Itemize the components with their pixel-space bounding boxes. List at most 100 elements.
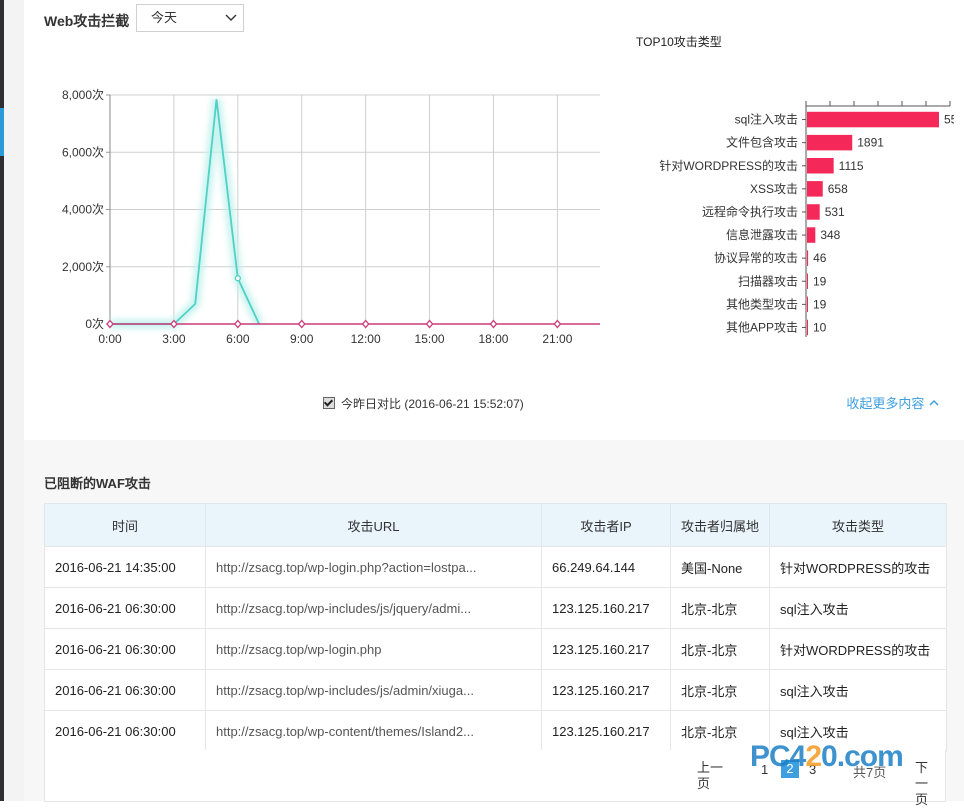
period-select[interactable]: 今天 <box>136 4 244 32</box>
cell-type: sql注入攻击 <box>769 669 947 711</box>
table-row[interactable]: 2016-06-21 06:30:00 http://zsacg.top/wp-… <box>44 669 947 711</box>
col-header-url[interactable]: 攻击URL <box>205 503 542 547</box>
bar <box>807 273 808 289</box>
bar <box>807 158 834 174</box>
y-tick-label: 8,000次 <box>62 88 104 102</box>
category-label: 远程命令执行攻击 <box>702 204 798 219</box>
category-label: 扫描器攻击 <box>738 274 798 288</box>
cell-time: 2016-06-21 06:30:00 <box>44 669 206 711</box>
cell-ip: 123.125.160.217 <box>541 710 671 752</box>
cell-type: 针对WORDPRESS的攻击 <box>769 546 947 588</box>
cell-type: 针对WORDPRESS的攻击 <box>769 628 947 670</box>
collapse-more-link[interactable]: 收起更多内容 <box>846 393 940 412</box>
waf-title: 已阻断的WAF攻击 <box>44 476 151 491</box>
bar-value-label: 531 <box>825 205 845 219</box>
cell-ip: 123.125.160.217 <box>541 628 671 670</box>
cell-type: sql注入攻击 <box>769 587 947 629</box>
cell-url[interactable]: http://zsacg.top/wp-login.php?action=los… <box>205 546 542 588</box>
cell-location: 北京-北京 <box>670 669 770 711</box>
cell-url[interactable]: http://zsacg.top/wp-includes/js/jquery/a… <box>205 587 542 629</box>
y-tick-label: 6,000次 <box>62 145 104 159</box>
bar-value-label: 46 <box>813 251 827 265</box>
x-tick-label: 6:00 <box>226 332 250 346</box>
data-point <box>489 319 498 329</box>
collapse-more-label: 收起更多内容 <box>846 396 925 411</box>
data-point <box>361 319 370 329</box>
y-tick-label: 4,000次 <box>62 203 104 217</box>
cell-url[interactable]: http://zsacg.top/wp-includes/js/admin/xi… <box>205 669 542 711</box>
data-point <box>425 319 434 329</box>
bar-value-label: 5518 <box>944 113 954 127</box>
bar-value-label: 658 <box>828 182 848 196</box>
col-header-ip[interactable]: 攻击者IP <box>541 503 671 547</box>
x-tick-label: 15:00 <box>415 332 445 346</box>
table-row[interactable]: 2016-06-21 06:30:00 http://zsacg.top/wp-… <box>44 587 947 629</box>
x-tick-label: 9:00 <box>290 332 314 346</box>
x-tick-label: 21:00 <box>542 332 572 346</box>
cell-ip: 66.249.64.144 <box>541 546 671 588</box>
col-header-time[interactable]: 时间 <box>44 503 206 547</box>
category-label: 其他类型攻击 <box>726 297 798 311</box>
bar <box>807 250 809 266</box>
category-label: 其他APP攻击 <box>726 320 798 334</box>
category-label: 协议异常的攻击 <box>714 250 798 265</box>
x-tick-label: 12:00 <box>351 332 381 346</box>
chevron-down-icon <box>225 14 237 21</box>
y-tick-label: 2,000次 <box>62 260 104 274</box>
bar <box>807 204 820 220</box>
pager-prev-button[interactable]: 上一页 <box>697 760 731 792</box>
col-header-type[interactable]: 攻击类型 <box>769 503 947 547</box>
bar-value-label: 10 <box>813 320 827 334</box>
x-tick-label: 18:00 <box>478 332 508 346</box>
top10-bar-chart: sql注入攻击 5518 文件包含攻击 1891 针对WORDPRESS的攻击 1115 X… <box>659 101 954 337</box>
bar-value-label: 348 <box>820 228 840 242</box>
col-header-location[interactable]: 攻击者归属地 <box>670 503 770 547</box>
category-label: XSS攻击 <box>750 182 798 196</box>
bar <box>807 319 808 336</box>
compare-checkbox[interactable] <box>323 397 335 409</box>
cell-time: 2016-06-21 14:35:00 <box>44 546 206 588</box>
table-row[interactable]: 2016-06-21 14:35:00 http://zsacg.top/wp-… <box>44 546 947 588</box>
category-label: 文件包含攻击 <box>726 135 798 150</box>
category-label: sql注入攻击 <box>735 112 798 127</box>
compare-label: 今昨日对比 (2016-06-21 15:52:07) <box>341 397 524 411</box>
cell-time: 2016-06-21 06:30:00 <box>44 710 206 752</box>
bar <box>807 181 823 197</box>
top10-title: TOP10攻击类型 <box>636 35 722 49</box>
data-point <box>553 319 562 329</box>
cell-location: 美国-None <box>670 546 770 588</box>
series-line-0 <box>110 99 260 325</box>
bar <box>807 227 816 243</box>
y-tick-label: 0次 <box>85 317 104 331</box>
series-glow <box>110 98 264 329</box>
cell-time: 2016-06-21 06:30:00 <box>44 587 206 629</box>
table-header-row: 时间 攻击URL 攻击者IP 攻击者归属地 攻击类型 <box>44 503 947 547</box>
bar-value-label: 1115 <box>839 159 864 173</box>
chevron-up-icon <box>929 399 939 406</box>
cell-time: 2016-06-21 06:30:00 <box>44 628 206 670</box>
web-attack-card: Web攻击拦截 今天 TOP10攻击类型 0次 2,000次 4,000次 6,000… <box>24 0 964 440</box>
bar <box>807 111 939 128</box>
table-row[interactable]: 2016-06-21 06:30:00 http://zsacg.top/wp-… <box>44 628 947 670</box>
cell-url[interactable]: http://zsacg.top/wp-login.php <box>205 628 542 670</box>
cell-url[interactable]: http://zsacg.top/wp-content/themes/Islan… <box>205 710 542 752</box>
period-select-value: 今天 <box>151 10 178 25</box>
cell-location: 北京-北京 <box>670 587 770 629</box>
cell-ip: 123.125.160.217 <box>541 587 671 629</box>
bar-value-label: 19 <box>813 274 827 288</box>
cell-location: 北京-北京 <box>670 628 770 670</box>
data-point <box>234 275 241 282</box>
bar-value-label: 1891 <box>857 136 884 150</box>
x-tick-label: 3:00 <box>162 332 186 346</box>
data-point <box>297 319 306 329</box>
attack-trend-line-chart: 0次 2,000次 4,000次 6,000次 8,000次 0:00 3:00 6:00 9:… <box>62 88 600 346</box>
bar <box>807 296 808 313</box>
category-label: 针对WORDPRESS的攻击 <box>659 158 798 173</box>
watermark-logo: PC420.com <box>750 740 904 773</box>
bar-value-label: 19 <box>813 297 827 311</box>
bar <box>807 134 853 151</box>
waf-table: 时间 攻击URL 攻击者IP 攻击者归属地 攻击类型 2016-06-21 14… <box>44 503 947 752</box>
compare-toggle[interactable]: 今昨日对比 (2016-06-21 15:52:07) <box>323 395 524 412</box>
data-point <box>233 319 242 329</box>
x-tick-label: 0:00 <box>98 332 122 346</box>
